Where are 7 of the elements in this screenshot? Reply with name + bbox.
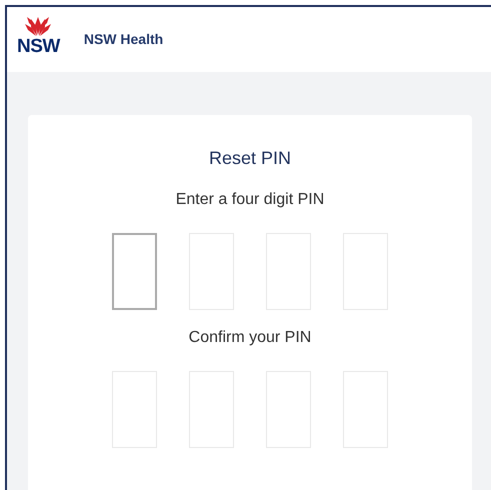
field-label: Enter a four digit PIN bbox=[176, 190, 324, 210]
field-label: Confirm your PIN bbox=[188, 328, 312, 348]
logo-text: NSW bbox=[17, 37, 60, 56]
pin-digit-field[interactable] bbox=[112, 233, 157, 310]
waratah-flower-icon bbox=[23, 15, 54, 37]
card-title: Reset PIN bbox=[208, 147, 292, 170]
app-title: NSW Health bbox=[84, 30, 164, 49]
